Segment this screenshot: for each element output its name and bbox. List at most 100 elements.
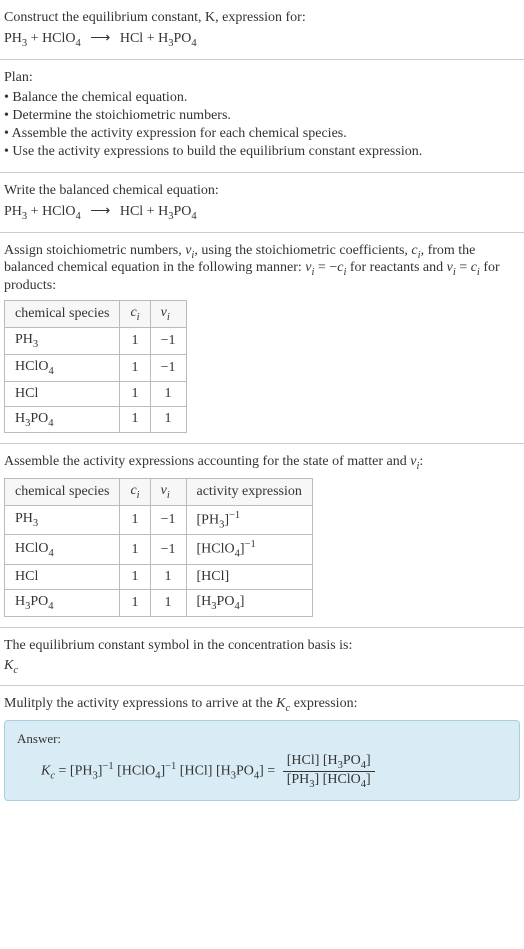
equals: = <box>55 764 70 779</box>
arrow-icon: ⟶ <box>84 31 116 46</box>
plus: + <box>27 31 42 46</box>
species: H <box>15 411 25 426</box>
species: PH <box>4 31 22 46</box>
unbalanced-equation: PH3 + HClO4 ⟶ HCl + H3PO4 <box>4 30 520 49</box>
numerator: [HCl] [H3PO4] <box>283 753 375 772</box>
text: [H <box>197 594 212 609</box>
subscript: 4 <box>76 211 81 222</box>
plan-item: • Use the activity expressions to build … <box>4 144 520 160</box>
subscript: 4 <box>76 38 81 49</box>
species: HClO <box>42 204 75 219</box>
text: expression: <box>290 696 357 711</box>
cell-nu: 1 <box>150 406 186 433</box>
species: HCl <box>15 569 38 584</box>
denominator: [PH3] [HClO4] <box>283 772 375 790</box>
species: H <box>15 594 25 609</box>
subscript: 4 <box>48 417 53 428</box>
cell-species: HClO4 <box>5 535 120 564</box>
species: PO <box>173 31 191 46</box>
table-row: HClO4 1 −1 [HClO4]−1 <box>5 535 313 564</box>
text: , using the stoichiometric coefficients, <box>194 243 411 258</box>
cell-nu: −1 <box>150 535 186 564</box>
table-header-row: chemical species ci νi activity expressi… <box>5 479 313 506</box>
text: Mulitply the activity expressions to arr… <box>4 696 276 711</box>
plan-item: • Balance the chemical equation. <box>4 90 520 106</box>
table-row: H3PO4 1 1 [H3PO4] <box>5 589 313 616</box>
cell-c: 1 <box>120 505 150 534</box>
cell-c: 1 <box>120 354 150 381</box>
table-header-row: chemical species ci νi <box>5 301 187 328</box>
species: HClO <box>15 359 48 374</box>
k-symbol: K <box>41 764 50 779</box>
kc-intro: The equilibrium constant symbol in the c… <box>4 638 520 654</box>
cell-activity: [PH3]−1 <box>186 505 312 534</box>
plan-item: • Assemble the activity expression for e… <box>4 126 520 142</box>
kc-symbol-section: The equilibrium constant symbol in the c… <box>0 628 524 687</box>
species: PH <box>15 332 33 347</box>
superscript: −1 <box>245 539 256 550</box>
text: [PH <box>287 772 310 787</box>
plan-title: Plan: <box>4 70 520 86</box>
cell-species: HCl <box>5 381 120 406</box>
species: HCl <box>15 386 38 401</box>
col-species: chemical species <box>5 301 120 328</box>
col-nu: νi <box>150 479 186 506</box>
text: [HCl] <box>197 569 230 584</box>
cell-species: H3PO4 <box>5 589 120 616</box>
table-row: PH3 1 −1 [PH3]−1 <box>5 505 313 534</box>
subscript: i <box>167 312 170 323</box>
species: HClO <box>42 31 75 46</box>
arrow-icon: ⟶ <box>84 204 116 219</box>
subscript: 4 <box>48 366 53 377</box>
species: HClO <box>15 541 48 556</box>
fraction: [HCl] [H3PO4][PH3] [HClO4] <box>283 753 375 790</box>
cell-nu: −1 <box>150 505 186 534</box>
species: HCl <box>120 204 143 219</box>
stoich-table: chemical species ci νi PH3 1 −1 HClO4 1 … <box>4 300 187 433</box>
subscript: i <box>167 490 170 501</box>
subscript: 3 <box>92 771 97 782</box>
subscript: 3 <box>33 518 38 529</box>
cell-species: PH3 <box>5 505 120 534</box>
subscript: 4 <box>155 771 160 782</box>
text: ] <box>366 772 371 787</box>
superscript: −1 <box>229 510 240 521</box>
text: = − <box>314 260 337 275</box>
cell-nu: 1 <box>150 381 186 406</box>
species: PH <box>15 511 33 526</box>
plus: + <box>143 204 158 219</box>
species: PO <box>30 411 48 426</box>
answer-box: Answer: Kc = [PH3]−1 [HClO4]−1 [HCl] [H3… <box>4 720 520 801</box>
subscript: 4 <box>48 601 53 612</box>
subscript: 4 <box>48 548 53 559</box>
table-row: HCl 1 1 [HCl] <box>5 564 313 589</box>
text: PO <box>343 753 361 768</box>
table-row: HClO4 1 −1 <box>5 354 187 381</box>
stoich-intro: Assign stoichiometric numbers, νi, using… <box>4 243 520 295</box>
species: H <box>158 204 168 219</box>
activity-section: Assemble the activity expressions accoun… <box>0 444 524 627</box>
col-activity: activity expression <box>186 479 312 506</box>
text: = <box>456 260 471 275</box>
col-c: ci <box>120 479 150 506</box>
table-row: H3PO4 1 1 <box>5 406 187 433</box>
plan-section: Plan: • Balance the chemical equation. •… <box>0 60 524 173</box>
species: PH <box>4 204 22 219</box>
cell-nu: 1 <box>150 589 186 616</box>
answer-label: Answer: <box>17 731 507 747</box>
prompt-section: Construct the equilibrium constant, K, e… <box>0 0 524 60</box>
balanced-title: Write the balanced chemical equation: <box>4 183 520 199</box>
text: : <box>419 454 423 469</box>
species: PO <box>173 204 191 219</box>
subscript: 3 <box>33 339 38 350</box>
superscript: −1 <box>165 761 176 772</box>
cell-activity: [H3PO4] <box>186 589 312 616</box>
text: [HCl] [H <box>287 753 338 768</box>
text: [PH <box>197 513 220 528</box>
cell-species: HClO4 <box>5 354 120 381</box>
activity-table: chemical species ci νi activity expressi… <box>4 478 313 617</box>
text: [HClO <box>114 764 156 779</box>
plus: + <box>143 31 158 46</box>
activity-intro: Assemble the activity expressions accoun… <box>4 454 520 472</box>
subscript: i <box>137 312 140 323</box>
